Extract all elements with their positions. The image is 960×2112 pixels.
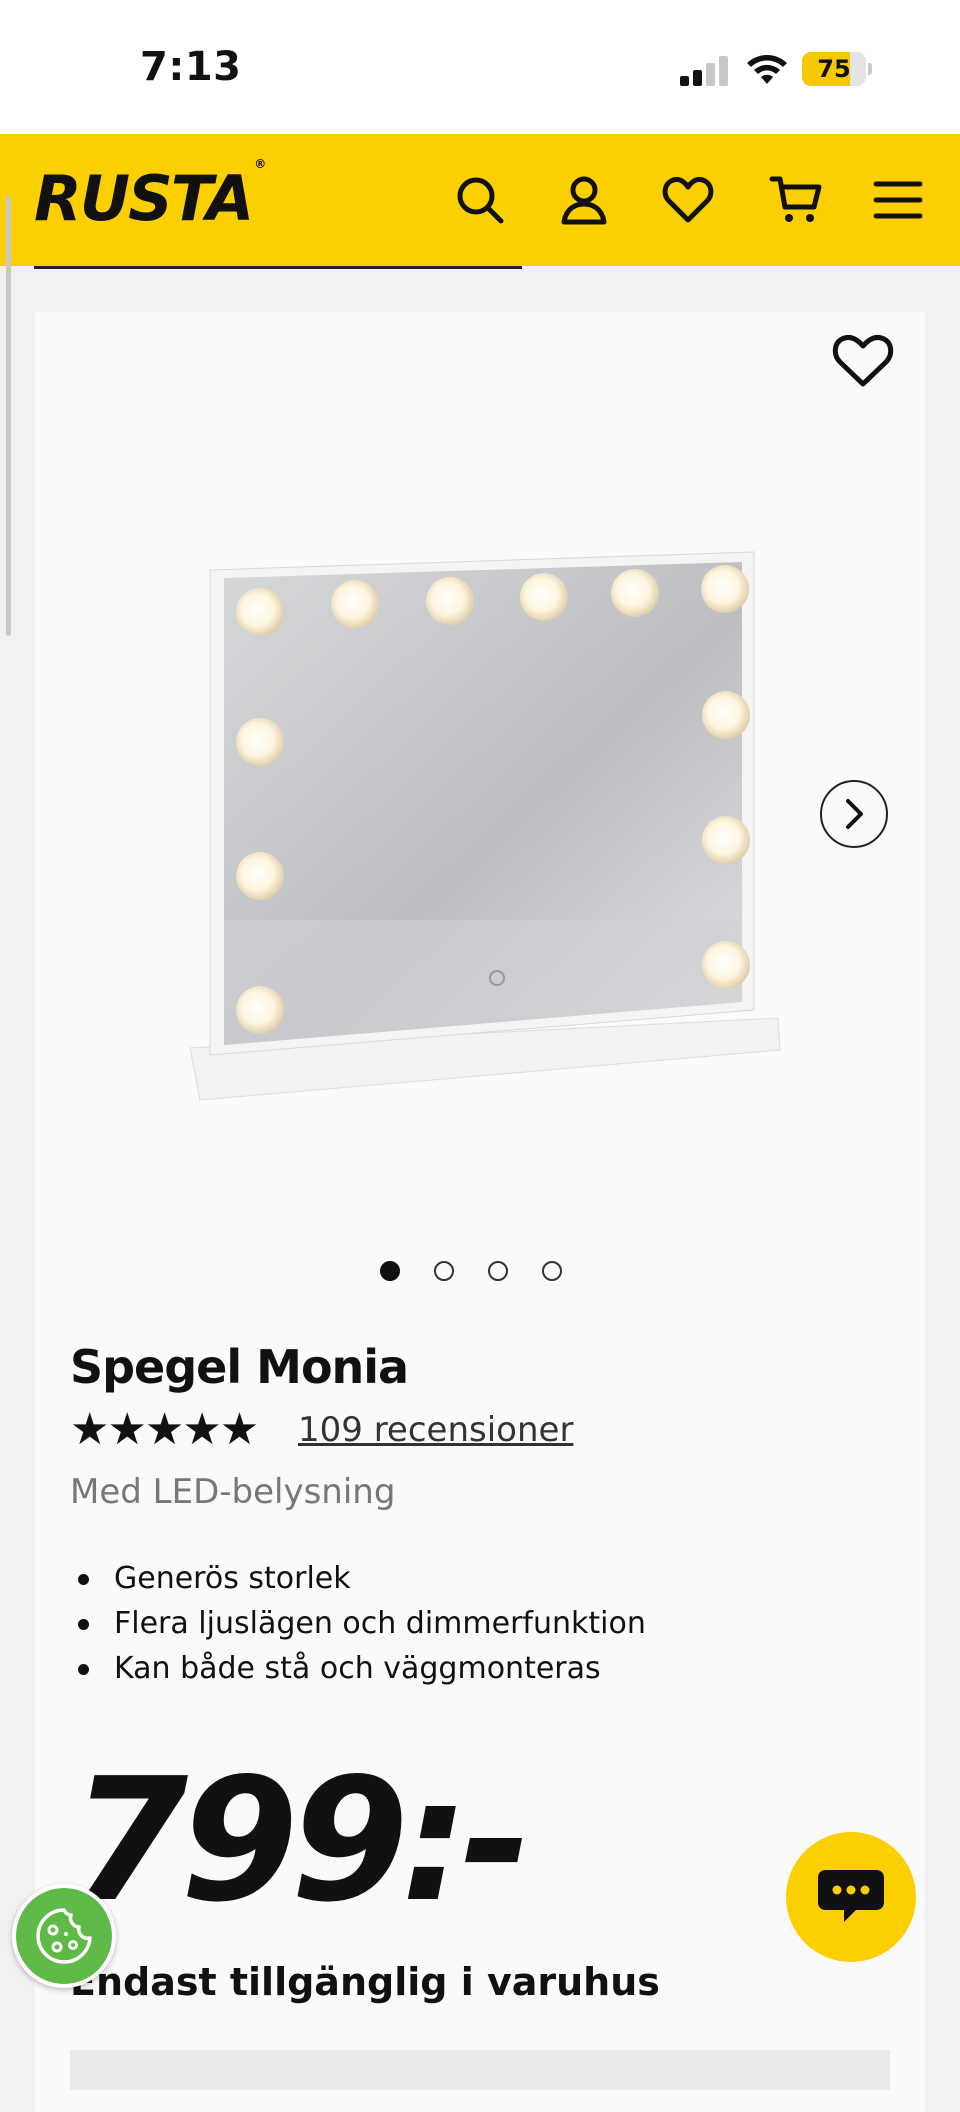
product-price: 799:- (70, 1742, 531, 1940)
menu-icon (873, 181, 923, 219)
chat-icon (818, 1870, 884, 1922)
rating-stars: ★★★★★ (70, 1404, 259, 1455)
heart-icon (662, 176, 714, 223)
feature-list: Generös storlek Flera ljuslägen och dimm… (70, 1556, 646, 1691)
wifi-icon (747, 55, 787, 84)
status-time: 7:13 (140, 44, 242, 90)
logo-text: RUSTA (34, 162, 254, 235)
product-subtitle: Med LED-belysning (70, 1472, 396, 1512)
availability-text: Endast tillgänglig i varuhus (70, 1960, 660, 2004)
registered-mark: ® (254, 157, 266, 172)
cellular-signal-icon (680, 56, 728, 86)
feature-item: Generös storlek (70, 1556, 646, 1601)
status-bar: 7:13 75 (0, 0, 960, 134)
feature-item: Kan både stå och väggmonteras (70, 1646, 646, 1691)
pagination-dot-2[interactable] (434, 1261, 454, 1281)
product-title: Spegel Monia (70, 1340, 409, 1394)
breadcrumb[interactable] (34, 266, 522, 269)
store-stock-panel[interactable] (70, 2050, 890, 2090)
reviews-link[interactable]: 109 recensioner (298, 1410, 573, 1450)
wishlist-button[interactable] (656, 168, 720, 232)
page-scrollbar[interactable] (6, 196, 11, 636)
add-to-wishlist-button[interactable] (830, 330, 896, 390)
site-header: RUSTA ® (0, 134, 960, 266)
search-button[interactable] (448, 168, 512, 232)
chevron-right-icon (846, 799, 863, 829)
cart-button[interactable] (764, 168, 828, 232)
cart-icon (769, 176, 822, 222)
product-image[interactable] (180, 540, 800, 1110)
rusta-logo[interactable]: RUSTA ® (34, 157, 266, 235)
image-pagination (380, 1261, 562, 1285)
chat-button[interactable] (786, 1832, 916, 1962)
next-image-button[interactable] (820, 780, 888, 848)
search-icon (457, 177, 504, 224)
cookie-icon (36, 1908, 92, 1964)
cookie-settings-button[interactable] (12, 1884, 116, 1988)
feature-item: Flera ljuslägen och dimmerfunktion (70, 1601, 646, 1646)
pagination-dot-4[interactable] (542, 1261, 562, 1281)
account-icon (561, 176, 607, 225)
battery-level: 75 (817, 55, 851, 83)
pagination-dot-3[interactable] (488, 1261, 508, 1281)
account-button[interactable] (552, 168, 616, 232)
pagination-dot-1[interactable] (380, 1261, 400, 1281)
battery-icon: 75 (802, 52, 872, 86)
menu-button[interactable] (866, 168, 930, 232)
